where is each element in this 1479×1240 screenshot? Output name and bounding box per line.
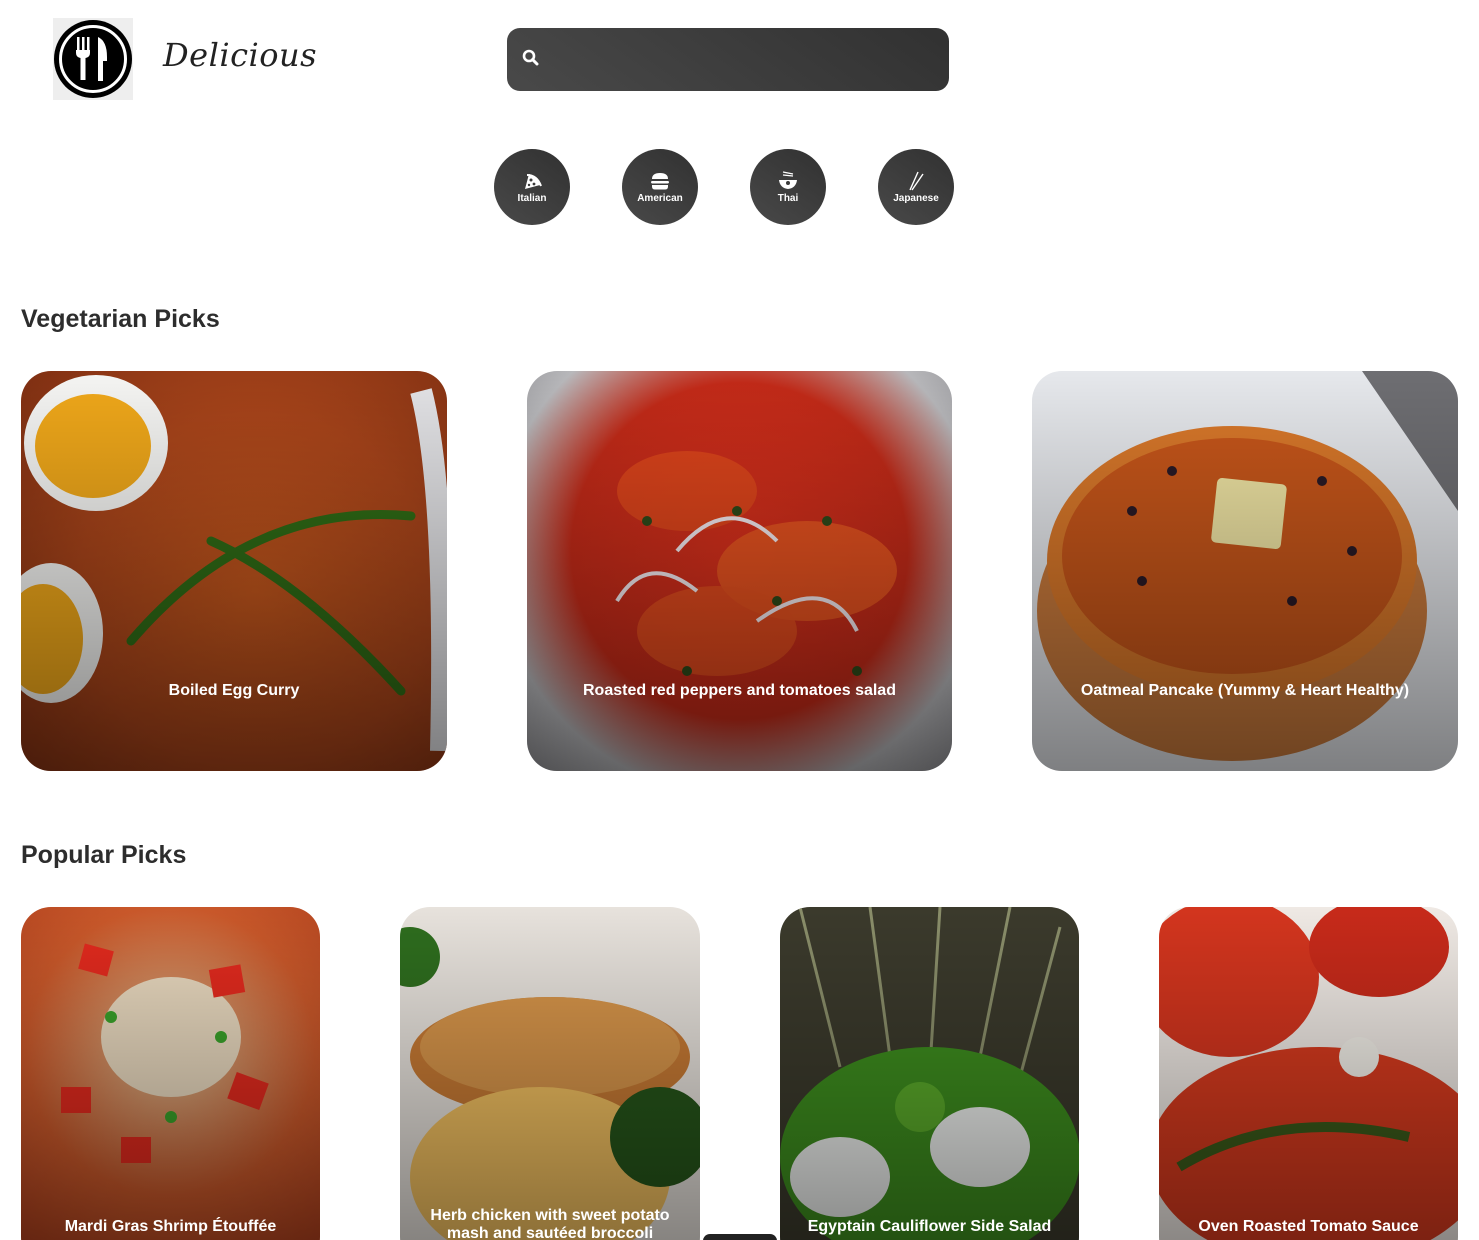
card-overlay: [400, 907, 700, 1240]
recipe-title: Oven Roasted Tomato Sauce: [1198, 1218, 1419, 1235]
category-label: American: [637, 192, 683, 204]
card-overlay: [780, 907, 1079, 1240]
search-bar[interactable]: [507, 28, 949, 91]
recipe-card[interactable]: Boiled Egg Curry: [21, 371, 447, 771]
recipe-card[interactable]: Oven Roasted Tomato Sauce: [1159, 907, 1458, 1240]
recipe-title: Oatmeal Pancake (Yummy & Heart Healthy): [1080, 682, 1410, 699]
brand-name[interactable]: Delicious: [163, 36, 317, 74]
recipe-title: Egyptain Cauliflower Side Salad: [807, 1218, 1052, 1235]
burger-icon: [651, 172, 669, 189]
category-label: Japanese: [893, 192, 939, 204]
search-input[interactable]: [551, 49, 931, 70]
search-icon: [522, 49, 539, 71]
section-heading-popular: Popular Picks: [21, 841, 187, 869]
category-italian[interactable]: Italian: [494, 149, 570, 225]
category-nav: Italian American Thai Japanese: [494, 149, 954, 225]
logo-circle: [54, 20, 132, 98]
recipe-card[interactable]: Roasted red peppers and tomatoes salad: [527, 371, 952, 771]
recipe-title: Mardi Gras Shrimp Étouffée: [64, 1218, 277, 1235]
floating-pill: [703, 1234, 777, 1240]
chopsticks-icon: [909, 171, 924, 190]
recipe-card[interactable]: Herb chicken with sweet potato mash and …: [400, 907, 700, 1240]
recipe-card[interactable]: Mardi Gras Shrimp Étouffée: [21, 907, 320, 1240]
category-japanese[interactable]: Japanese: [878, 149, 954, 225]
recipe-title: Roasted red peppers and tomatoes salad: [583, 682, 896, 699]
card-overlay: [21, 371, 447, 771]
card-overlay: [1159, 907, 1458, 1240]
category-american[interactable]: American: [622, 149, 698, 225]
fork-knife-icon: [59, 25, 127, 93]
recipe-title: Boiled Egg Curry: [168, 682, 300, 699]
recipe-title: Herb chicken with sweet potato mash and …: [430, 1207, 670, 1240]
card-overlay: [1032, 371, 1458, 771]
category-label: Thai: [777, 192, 799, 204]
card-overlay: [21, 907, 320, 1240]
section-heading-vegetarian: Vegetarian Picks: [21, 305, 220, 333]
logo[interactable]: [53, 18, 133, 100]
card-overlay: [527, 371, 952, 771]
category-label: Italian: [517, 192, 547, 204]
recipe-card[interactable]: Egyptain Cauliflower Side Salad: [780, 907, 1079, 1240]
recipe-card[interactable]: Oatmeal Pancake (Yummy & Heart Healthy): [1032, 371, 1458, 771]
category-thai[interactable]: Thai: [750, 149, 826, 225]
pizza-icon: [525, 173, 542, 189]
noodle-bowl-icon: [779, 170, 797, 189]
